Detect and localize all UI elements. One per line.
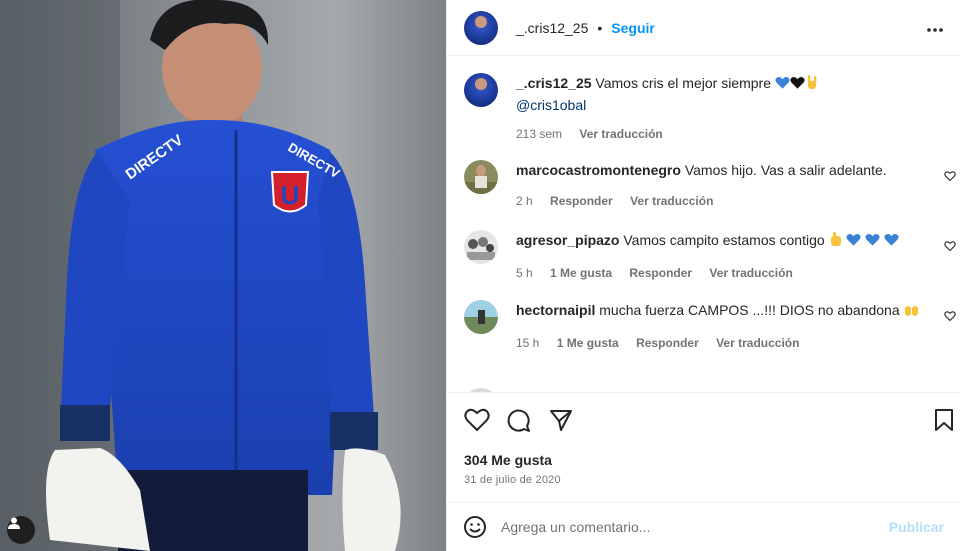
player-illustration: U DIRECTV DIRECTV <box>0 0 446 551</box>
like-comment-icon[interactable] <box>944 170 956 182</box>
publish-comment-button[interactable]: Publicar <box>889 519 944 535</box>
share-send-icon[interactable] <box>549 408 573 432</box>
like-comment-icon[interactable] <box>944 240 956 252</box>
blue-heart-icon <box>865 232 880 252</box>
comment-username[interactable]: hectornaipil <box>516 302 595 318</box>
post-header: _.cris12_25 • Seguir <box>447 0 960 56</box>
translate-link[interactable]: Ver traducción <box>630 194 713 208</box>
rock-on-hand-icon <box>805 75 819 95</box>
comment-avatar[interactable] <box>464 230 498 264</box>
post-photo[interactable]: U DIRECTV DIRECTV <box>0 0 446 551</box>
comment-username[interactable]: agresor_pipazo <box>516 232 619 248</box>
caption-username[interactable]: _.cris12_25 <box>516 75 592 91</box>
comment-text: Vamos campito estamos contigo <box>623 232 825 248</box>
blue-heart-icon <box>846 232 862 252</box>
likes-count[interactable]: 304 Me gusta <box>464 452 552 468</box>
translate-link[interactable]: Ver traducción <box>716 336 799 350</box>
reply-button[interactable]: Responder <box>629 266 692 280</box>
comment-bubble-icon[interactable] <box>506 408 531 433</box>
user-icon <box>8 517 20 529</box>
fist-icon <box>829 232 843 252</box>
caption-translate-link[interactable]: Ver traducción <box>579 127 662 141</box>
reply-button[interactable]: Responder <box>550 194 613 208</box>
blue-heart-icon <box>884 232 899 252</box>
post-side-panel: _.cris12_25 • Seguir _.cris12_25 Vamos c… <box>446 0 960 551</box>
header-separator: • <box>597 19 603 36</box>
comment-time[interactable]: 2 h <box>516 194 533 208</box>
follow-button[interactable]: Seguir <box>611 20 655 36</box>
comment-likes[interactable]: 1 Me gusta <box>557 336 619 350</box>
translate-link[interactable]: Ver traducción <box>709 266 792 280</box>
comment-time[interactable]: 5 h <box>516 266 533 280</box>
add-comment-bar: Agrega un comentario... Publicar <box>447 502 960 551</box>
comment-text: mucha fuerza CAMPOS ...!!! DIOS no aband… <box>599 302 900 318</box>
caption-avatar[interactable] <box>464 73 498 107</box>
comment-avatar[interactable] <box>464 300 498 334</box>
more-options-icon[interactable] <box>926 17 944 38</box>
comments-list[interactable]: _.cris12_25 Vamos cris el mejor siempre … <box>447 56 960 392</box>
author-avatar[interactable] <box>464 10 498 45</box>
blue-heart-icon <box>775 75 790 95</box>
comment-likes[interactable]: 1 Me gusta <box>550 266 612 280</box>
comment-avatar[interactable] <box>464 160 498 194</box>
comment-username[interactable]: marcocastromontenegro <box>516 162 681 178</box>
reply-button[interactable]: Responder <box>636 336 699 350</box>
author-username[interactable]: _.cris12_25 <box>516 20 588 36</box>
comment-input[interactable]: Agrega un comentario... <box>501 519 650 535</box>
save-bookmark-icon[interactable] <box>934 408 954 432</box>
crest-letter: U <box>281 180 300 210</box>
tagged-user-button[interactable] <box>7 516 35 544</box>
comment-text: Vamos hijo. Vas a salir adelante. <box>684 162 887 178</box>
post-date[interactable]: 31 de julio de 2020 <box>464 474 561 486</box>
caption-time[interactable]: 213 sem <box>516 127 562 141</box>
caption-mention[interactable]: @cris1obal <box>516 97 586 113</box>
comment-time[interactable]: 15 h <box>516 336 539 350</box>
raised-hands-icon <box>904 302 919 322</box>
emoji-picker-icon[interactable] <box>463 515 487 539</box>
like-heart-icon[interactable] <box>464 408 490 432</box>
like-comment-icon[interactable] <box>944 310 956 322</box>
post-actions <box>447 392 960 448</box>
black-heart-icon <box>790 75 805 95</box>
caption-text: Vamos cris el mejor siempre <box>595 75 771 91</box>
